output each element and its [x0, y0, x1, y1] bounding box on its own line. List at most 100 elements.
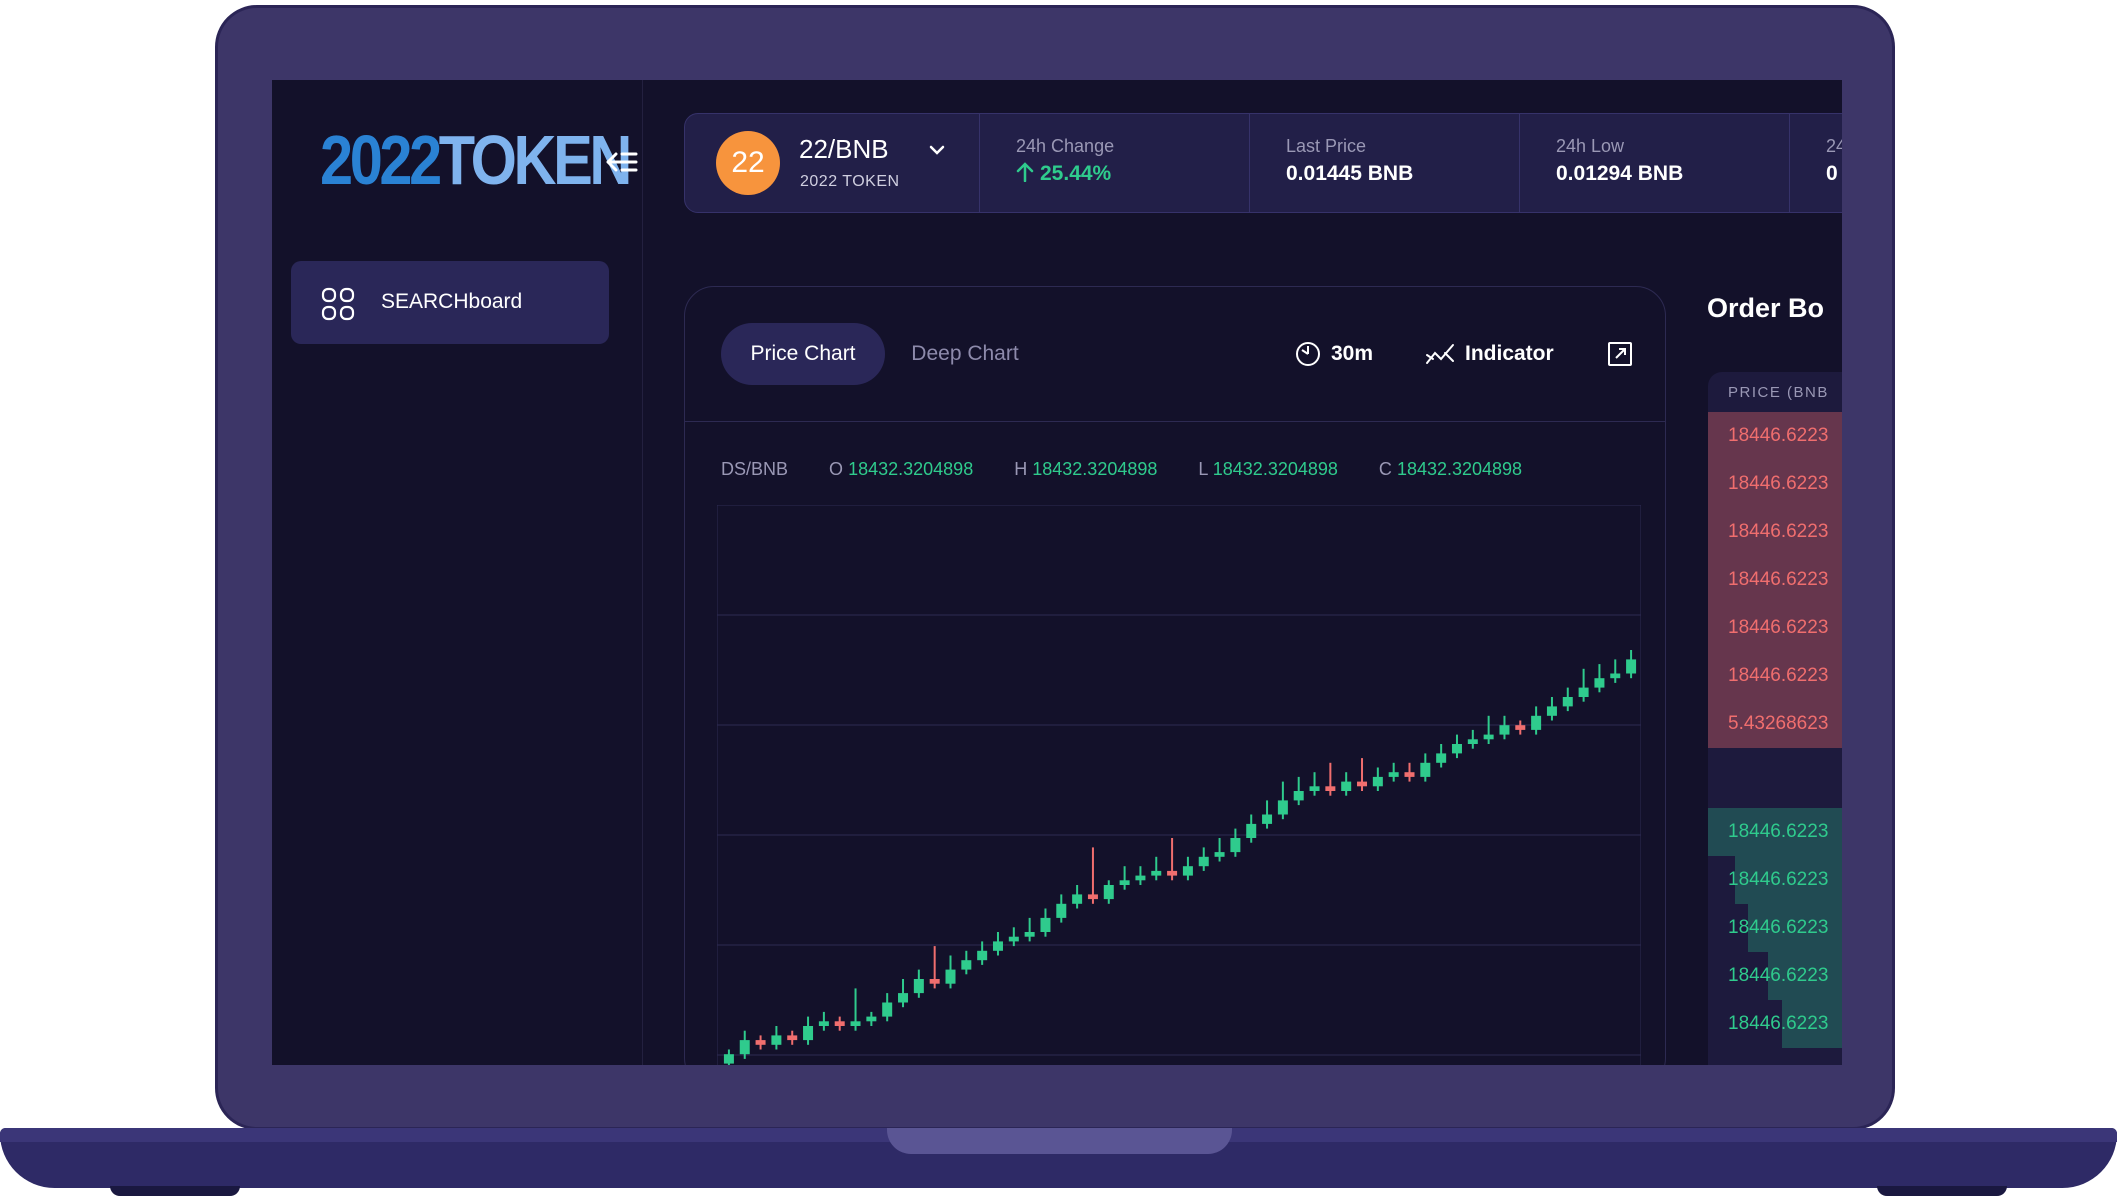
- candle-body: [834, 1021, 845, 1026]
- candle: [1357, 758, 1368, 791]
- candle: [882, 993, 893, 1022]
- candle-body: [1087, 894, 1098, 900]
- order-book-bid-row[interactable]: 18446.6223: [1708, 904, 1842, 952]
- stat-24h-change: 24h Change 25.44%: [979, 114, 1250, 212]
- candle: [913, 969, 924, 998]
- chevron-down-icon[interactable]: [927, 140, 947, 165]
- order-book-ask-row[interactable]: 18446.6223: [1708, 460, 1842, 508]
- ohlc-readout: DS/BNB O 18432.3204898 H 18432.3204898 L…: [721, 459, 1522, 480]
- candle: [1562, 687, 1573, 712]
- candle-body: [723, 1054, 734, 1064]
- indicator-label: Indicator: [1465, 342, 1554, 365]
- order-book-ask-row[interactable]: 5.43268623: [1708, 700, 1842, 748]
- tab-price-chart[interactable]: Price Chart: [721, 323, 885, 385]
- candle-body: [1198, 856, 1209, 867]
- pair-name[interactable]: 22/BNB: [799, 134, 889, 165]
- clock-icon: [1296, 342, 1320, 367]
- candle: [1214, 838, 1225, 862]
- ohlc-close-label: C: [1378, 459, 1392, 479]
- candle-body: [961, 960, 972, 970]
- ohlc-open: 18432.3204898: [848, 459, 974, 479]
- candle: [1372, 767, 1383, 791]
- candle-body: [1072, 894, 1083, 904]
- candle: [1182, 856, 1193, 881]
- candle-body: [771, 1035, 782, 1045]
- logo[interactable]: 2022TOKEN: [320, 120, 632, 200]
- candle: [1119, 866, 1130, 890]
- ohlc-high: 18432.3204898: [1032, 459, 1158, 479]
- candle-body: [1626, 659, 1637, 674]
- order-book-ask-row[interactable]: 18446.6223: [1708, 412, 1842, 460]
- laptop-foot-left: [110, 1186, 240, 1196]
- order-book-title: Order Bo: [1707, 293, 1825, 323]
- candle: [929, 946, 940, 989]
- candle: [1467, 729, 1478, 749]
- candle: [850, 988, 861, 1031]
- stat-24h-low: 24h Low 0.01294 BNB: [1519, 114, 1790, 212]
- candle: [866, 1011, 877, 1026]
- candle: [1341, 772, 1352, 796]
- stat-value-text: 25.44%: [1040, 162, 1112, 185]
- candle-body: [1182, 866, 1193, 876]
- candle: [1483, 715, 1494, 744]
- stat-label: Last Price: [1286, 136, 1367, 156]
- candle-body: [882, 1002, 893, 1017]
- laptop-notch: [887, 1128, 1232, 1154]
- candle: [992, 932, 1003, 956]
- chart-grid: [717, 505, 1641, 1065]
- candle: [1072, 885, 1083, 909]
- ohlc-high-label: H: [1014, 459, 1028, 479]
- ask-price: 18446.6223: [1728, 473, 1829, 494]
- candle-body: [1594, 678, 1605, 688]
- expand-chart-button[interactable]: [1607, 323, 1643, 385]
- candle-body: [1309, 786, 1320, 791]
- candle: [1135, 866, 1146, 885]
- candle-body: [1499, 725, 1510, 735]
- sidebar-item-searchboard[interactable]: SEARCHboard: [291, 261, 609, 344]
- candle: [787, 1030, 798, 1045]
- candle-body: [1325, 786, 1336, 791]
- order-book-bid-row[interactable]: 18446.6223: [1708, 1000, 1842, 1048]
- ohlc-open-label: O: [829, 459, 844, 479]
- candle-body: [850, 1021, 861, 1026]
- order-book-ask-row[interactable]: 18446.6223: [1708, 604, 1842, 652]
- candle-body: [1214, 852, 1225, 857]
- candle: [1325, 762, 1336, 796]
- tab-deep-chart[interactable]: Deep Chart: [885, 323, 1045, 385]
- candle-body: [866, 1016, 877, 1022]
- candle: [1404, 762, 1415, 782]
- sidebar-item-label: SEARCHboard: [381, 290, 523, 313]
- indicator-button[interactable]: Indicator: [1425, 323, 1554, 385]
- chart-panel: Price Chart Deep Chart 30m Indicator DS/…: [684, 286, 1666, 1065]
- bid-price: 18446.6223: [1728, 965, 1829, 986]
- order-book-bid-row[interactable]: 18446.6223: [1708, 808, 1842, 856]
- chart-symbol: DS/BNB: [721, 459, 789, 479]
- order-book-ask-row[interactable]: 18446.6223: [1708, 652, 1842, 700]
- candle: [1293, 776, 1304, 806]
- candle-body: [913, 979, 924, 994]
- candle: [1040, 908, 1051, 937]
- order-book-bid-row[interactable]: 18446.6223: [1708, 856, 1842, 904]
- ask-price: 18446.6223: [1728, 521, 1829, 542]
- order-book-ask-row[interactable]: 18446.6223: [1708, 556, 1842, 604]
- collapse-sidebar-icon[interactable]: [602, 142, 642, 182]
- indicator-icon: [1426, 344, 1454, 365]
- order-book-ask-row[interactable]: 18446.6223: [1708, 508, 1842, 556]
- ohlc-low: 18432.3204898: [1212, 459, 1338, 479]
- candle-body: [1024, 932, 1035, 937]
- candlestick-chart[interactable]: [717, 505, 1641, 1065]
- candle-body: [945, 969, 956, 984]
- candle: [1277, 781, 1288, 820]
- candle: [945, 955, 956, 989]
- bid-price: 18446.6223: [1728, 917, 1829, 938]
- candle: [1515, 720, 1526, 735]
- candle-body: [1341, 781, 1352, 791]
- order-book-bid-row[interactable]: 18446.6223: [1708, 952, 1842, 1000]
- candle-body: [1531, 715, 1542, 730]
- interval-button[interactable]: 30m: [1295, 323, 1373, 385]
- candle: [723, 1049, 734, 1065]
- candle-body: [1230, 838, 1241, 853]
- candle-body: [818, 1021, 829, 1026]
- stat-label: 24: [1826, 136, 1842, 156]
- candle-body: [1167, 870, 1178, 876]
